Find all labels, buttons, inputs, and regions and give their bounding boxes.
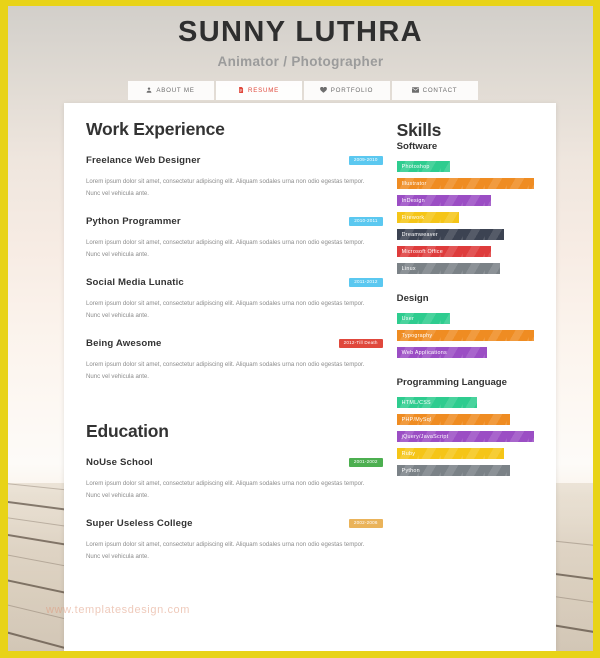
skill-bar: Python <box>396 465 510 476</box>
date-badge: 2001-2002 <box>348 458 383 467</box>
tab-about-me[interactable]: ABOUT ME <box>127 80 214 100</box>
date-badge: 2012-Till Death <box>338 339 383 348</box>
skill-bar-label: Illustrator <box>401 180 427 187</box>
skill-bar: Linux <box>396 263 500 274</box>
resume-entry-title: Social Media Lunatic <box>86 276 184 288</box>
skill-bar: PHP/MySql <box>396 414 510 425</box>
user-icon <box>146 87 152 94</box>
resume-entry-header: Being Awesome 2012-Till Death <box>86 338 383 349</box>
resume-entry: Freelance Web Designer 2009-2010 Lorem ips… <box>86 155 383 201</box>
tab-label: RESUME <box>248 86 279 94</box>
skill-bar: jQuery/JavaScript <box>396 431 534 442</box>
skill-bar-label: User <box>401 315 415 322</box>
skill-bar: Web Applications <box>396 347 488 358</box>
resume-entry-title: Python Programmer <box>86 215 181 227</box>
skill-bar: Typography <box>396 330 534 341</box>
skill-bar-label: Typography <box>401 332 433 339</box>
education-list: NoUse School 2001-2002 Lorem ipsum dolor s… <box>86 457 383 564</box>
skill-bar-label: Linux <box>401 265 416 272</box>
main-nav-tabs[interactable]: ABOUT ME RESUME PORTFOLIO CONTACT <box>8 80 593 100</box>
tab-contact[interactable]: CONTACT <box>391 80 478 100</box>
skill-bar-label: Microsoft Office <box>401 248 443 255</box>
skill-bar: Ruby <box>396 448 505 459</box>
tab-label: PORTFOLIO <box>330 86 374 94</box>
page-subtitle: Animator / Photographer <box>217 53 384 69</box>
resume-entry: NoUse School 2001-2002 Lorem ipsum dolor s… <box>86 457 383 503</box>
skill-bar: Firework <box>396 212 459 223</box>
skill-group-title: Software <box>396 141 438 152</box>
work-experience-list: Freelance Web Designer 2009-2010 Lorem ips… <box>86 155 383 384</box>
resume-entry-text: Lorem ipsum dolor sit amet, consectetur … <box>86 360 365 381</box>
resume-entry-text: Lorem ipsum dolor sit amet, consectetur … <box>86 299 365 320</box>
site-header: SUNNY LUTHRA Animator / Photographer <box>8 6 593 69</box>
skills-heading: Skills <box>396 120 442 140</box>
resume-entry-text: Lorem ipsum dolor sit amet, consectetur … <box>86 540 365 561</box>
skill-bar-label: Firework <box>401 214 425 221</box>
envelope-icon <box>411 87 419 94</box>
skill-bar-label: InDesign <box>401 197 425 204</box>
skill-group: Design User Typography Web Applications <box>396 293 538 358</box>
resume-entry: Python Programmer 2010-2011 Lorem ipsum do… <box>86 216 383 262</box>
resume-entry: Being Awesome 2012-Till Death Lorem ipsum … <box>86 338 383 384</box>
skill-bar-label: HTML/CSS <box>401 399 431 406</box>
tab-label: CONTACT <box>422 86 458 94</box>
resume-entry-header: Freelance Web Designer 2009-2010 <box>86 155 383 166</box>
heart-icon <box>319 87 327 94</box>
education-block: Education NoUse School 2001-2002 Lorem ips… <box>86 421 383 564</box>
page-title: SUNNY LUTHRA <box>177 16 424 48</box>
resume-entry-header: Python Programmer 2010-2011 <box>86 216 383 227</box>
resume-entry-text: Lorem ipsum dolor sit amet, consectetur … <box>86 178 365 198</box>
date-badge: 2010-2011 <box>349 217 383 226</box>
resume-entry-title: Freelance Web Designer <box>86 155 201 166</box>
resume-entry-title: NoUse School <box>86 456 153 468</box>
skill-bar: Microsoft Office <box>396 246 492 257</box>
resume-entry-header: Social Media Lunatic 2011-2012 <box>86 277 383 288</box>
resume-entry-text: Lorem ipsum dolor sit amet, consectetur … <box>86 479 365 500</box>
skill-group: Programming Language HTML/CSS PHP/MySql jQu… <box>396 377 538 476</box>
skill-bar: Illustrator <box>396 178 534 189</box>
skill-bar: Photoshop <box>396 161 451 172</box>
skill-bar-label: PHP/MySql <box>401 416 432 423</box>
resume-entry: Social Media Lunatic 2011-2012 Lorem ipsum… <box>86 277 383 323</box>
skill-bar: InDesign <box>396 195 492 206</box>
tab-portfolio[interactable]: PORTFOLIO <box>303 80 390 100</box>
skill-bar: HTML/CSS <box>396 397 478 408</box>
skill-bar: Dreamweaver <box>396 229 505 240</box>
skill-bar: User <box>396 313 451 324</box>
skill-group-title: Programming Language <box>396 377 507 388</box>
skill-bar-label: Dreamweaver <box>401 231 438 238</box>
background-photo: SUNNY LUTHRA Animator / Photographer ABO… <box>8 6 593 651</box>
resume-entry-header: NoUse School 2001-2002 <box>86 457 383 468</box>
page-frame: SUNNY LUTHRA Animator / Photographer ABO… <box>0 0 600 658</box>
resume-entry-title: Being Awesome <box>86 337 162 349</box>
resume-card: Work Experience Freelance Web Designer 20… <box>64 103 556 651</box>
date-badge: 2009-2010 <box>348 156 383 165</box>
resume-right-column: Skills Software Photoshop Illustrator InDes… <box>396 119 538 651</box>
resume-left-column: Work Experience Freelance Web Designer 20… <box>86 119 397 651</box>
date-badge: 2011-2012 <box>349 278 383 287</box>
work-experience-heading: Work Experience <box>86 119 225 139</box>
file-icon <box>238 87 244 94</box>
skill-bar-label: Ruby <box>401 450 416 457</box>
skills-list: Software Photoshop Illustrator InDesign Fire… <box>396 141 538 476</box>
skill-bar-label: jQuery/JavaScript <box>401 433 449 440</box>
education-heading: Education <box>86 420 169 441</box>
skill-group: Software Photoshop Illustrator InDesign Fire… <box>396 141 538 274</box>
date-badge: 2002-2006 <box>348 519 383 528</box>
skill-bar-label: Web Applications <box>401 349 447 356</box>
skill-bar-label: Python <box>401 467 420 474</box>
resume-entry-text: Lorem ipsum dolor sit amet, consectetur … <box>86 238 365 259</box>
resume-entry-title: Super Useless College <box>86 517 193 529</box>
tab-resume[interactable]: RESUME <box>215 80 302 100</box>
resume-entry: Super Useless College 2002-2006 Lorem ipsu… <box>86 518 383 564</box>
skill-group-title: Design <box>396 293 429 304</box>
tab-label: ABOUT ME <box>156 86 195 94</box>
resume-entry-header: Super Useless College 2002-2006 <box>86 518 383 529</box>
skill-bar-label: Photoshop <box>401 163 430 170</box>
